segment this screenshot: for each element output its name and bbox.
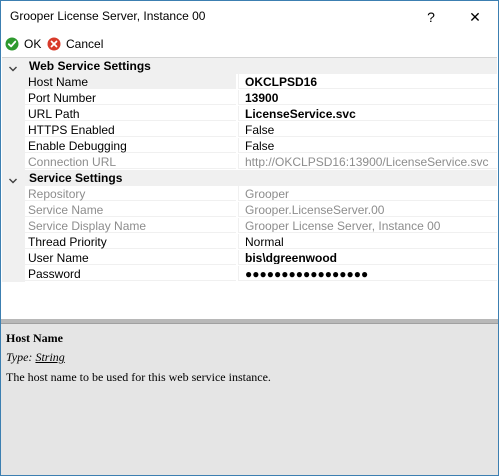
checkmark-icon	[5, 37, 19, 51]
category-label: Service Settings	[29, 171, 123, 185]
help-type-link[interactable]: String	[35, 350, 64, 364]
property-name: Service Name	[25, 202, 236, 217]
property-row-password[interactable]: Password ●●●●●●●●●●●●●●●●●	[2, 266, 497, 282]
property-name: Service Display Name	[25, 218, 236, 233]
collapse-chevron-icon[interactable]	[8, 173, 18, 184]
property-name: URL Path	[25, 106, 236, 121]
help-type-label: Type:	[6, 350, 33, 364]
property-row-url-path[interactable]: URL Path LicenseService.svc	[2, 106, 497, 122]
property-name: Password	[25, 266, 236, 281]
property-value: http://OKCLPSD16:13900/LicenseService.sv…	[238, 154, 497, 169]
property-value[interactable]: LicenseService.svc	[238, 106, 497, 121]
title-bar[interactable]: Grooper License Server, Instance 00 ? ✕	[1, 1, 498, 33]
help-pane: Host Name Type: String The host name to …	[1, 323, 498, 475]
row-gutter	[2, 90, 25, 106]
property-name: Connection URL	[25, 154, 236, 169]
help-type: Type: String	[6, 350, 65, 365]
property-row-service-display-name[interactable]: Service Display Name Grooper License Ser…	[2, 218, 497, 234]
property-name: Enable Debugging	[25, 138, 236, 153]
property-value[interactable]: Normal	[238, 234, 497, 249]
toolbar: OK Cancel	[1, 33, 498, 55]
property-name: Thread Priority	[25, 234, 236, 249]
property-row-thread-priority[interactable]: Thread Priority Normal	[2, 234, 497, 250]
property-name: Repository	[25, 186, 236, 201]
row-gutter	[2, 106, 25, 122]
row-gutter	[2, 218, 25, 234]
property-row-repository[interactable]: Repository Grooper	[2, 186, 497, 202]
row-gutter	[2, 74, 25, 90]
property-name: HTTPS Enabled	[25, 122, 236, 137]
property-row-host-name[interactable]: Host Name OKCLPSD16	[2, 74, 497, 90]
license-server-dialog: Grooper License Server, Instance 00 ? ✕ …	[0, 0, 499, 476]
property-row-enable-debugging[interactable]: Enable Debugging False	[2, 138, 497, 154]
property-row-service-name[interactable]: Service Name Grooper.LicenseServer.00	[2, 202, 497, 218]
row-gutter	[2, 138, 25, 154]
property-value[interactable]: False	[238, 122, 497, 137]
category-service-settings[interactable]: Service Settings	[2, 170, 497, 186]
property-value[interactable]: OKCLPSD16	[238, 74, 497, 89]
ok-button[interactable]: OK	[5, 35, 41, 53]
property-row-user-name[interactable]: User Name bis\dgreenwood	[2, 250, 497, 266]
property-grid: Web Service Settings Host Name OKCLPSD16…	[2, 57, 497, 285]
cancel-label: Cancel	[66, 37, 104, 51]
close-button[interactable]: ✕	[453, 1, 497, 33]
row-gutter	[2, 266, 25, 282]
ok-label: OK	[24, 37, 42, 51]
row-gutter	[2, 122, 25, 138]
property-row-https-enabled[interactable]: HTTPS Enabled False	[2, 122, 497, 138]
property-value[interactable]: False	[238, 138, 497, 153]
help-title: Host Name	[6, 331, 63, 345]
property-value: Grooper	[238, 186, 497, 201]
row-gutter	[2, 154, 25, 170]
window-title: Grooper License Server, Instance 00	[10, 9, 206, 23]
row-gutter	[2, 186, 25, 202]
property-row-connection-url[interactable]: Connection URL http://OKCLPSD16:13900/Li…	[2, 154, 497, 170]
property-name: User Name	[25, 250, 236, 265]
cancel-icon	[47, 37, 61, 51]
property-value: Grooper License Server, Instance 00	[238, 218, 497, 233]
property-value: Grooper.LicenseServer.00	[238, 202, 497, 217]
collapse-chevron-icon[interactable]	[8, 61, 18, 72]
row-gutter	[2, 250, 25, 266]
row-gutter	[2, 234, 25, 250]
category-web-service-settings[interactable]: Web Service Settings	[2, 58, 497, 74]
property-name: Port Number	[25, 90, 236, 105]
help-description: The host name to be used for this web se…	[6, 370, 271, 384]
property-name: Host Name	[25, 74, 236, 89]
help-button[interactable]: ?	[409, 1, 453, 33]
property-value[interactable]: 13900	[238, 90, 497, 105]
property-row-port-number[interactable]: Port Number 13900	[2, 90, 497, 106]
property-value[interactable]: ●●●●●●●●●●●●●●●●●	[238, 266, 497, 281]
property-value[interactable]: bis\dgreenwood	[238, 250, 497, 265]
row-gutter	[2, 202, 25, 218]
cancel-button[interactable]: Cancel	[47, 35, 103, 53]
category-label: Web Service Settings	[29, 59, 151, 73]
